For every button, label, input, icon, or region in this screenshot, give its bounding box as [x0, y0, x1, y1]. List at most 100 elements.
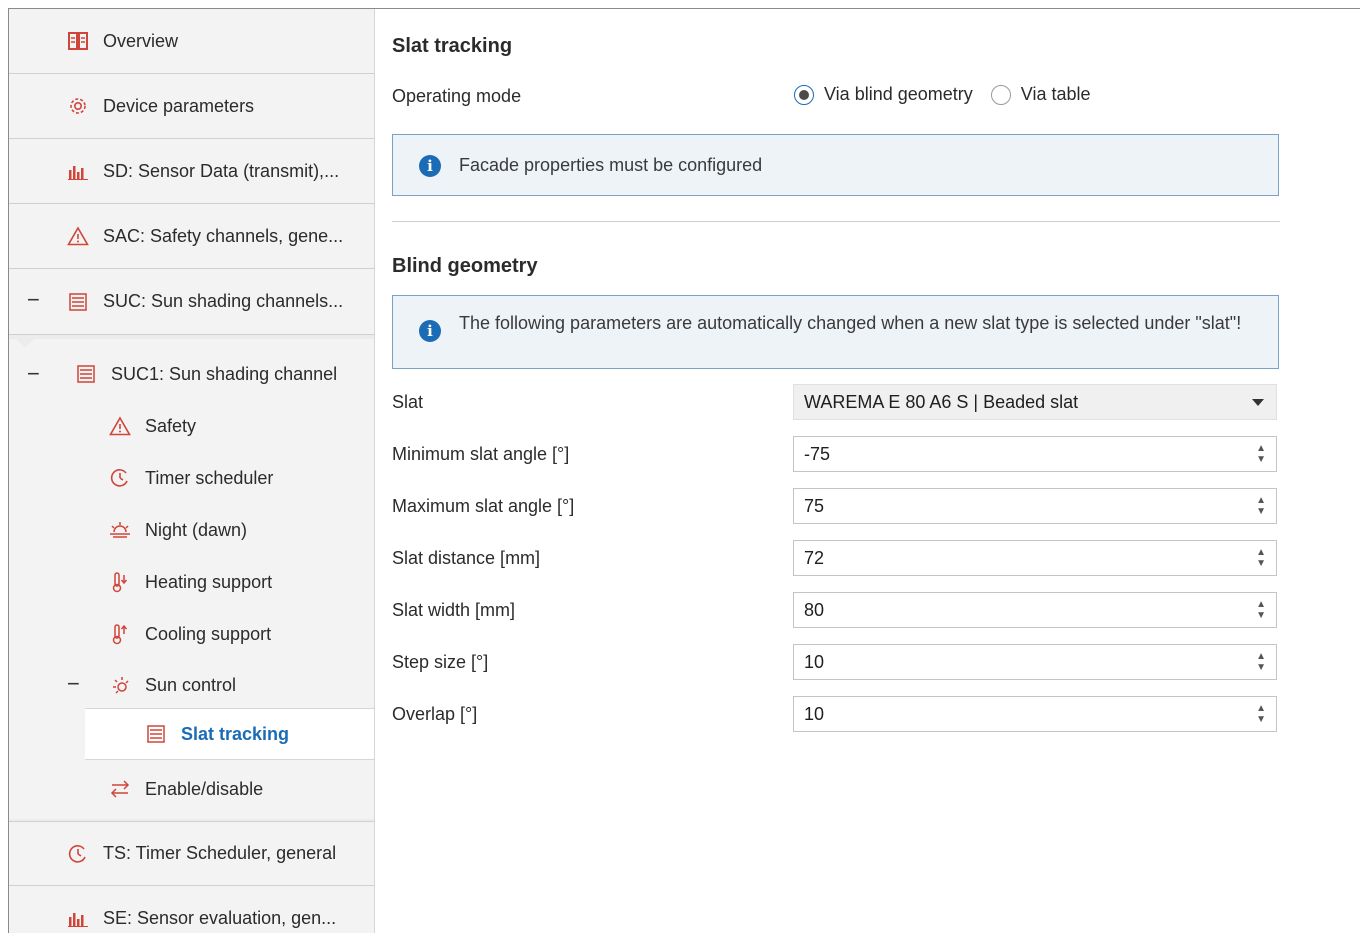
collapse-toggle[interactable]: − — [27, 361, 40, 387]
warning-icon — [109, 415, 131, 437]
info-text: The following parameters are automatical… — [459, 313, 1242, 333]
collapse-toggle[interactable]: − — [27, 287, 40, 313]
sidebar-item-slat-tracking[interactable]: Slat tracking — [85, 708, 374, 760]
sun-icon — [109, 674, 131, 696]
sidebar-item-label: TS: Timer Scheduler, general — [103, 843, 337, 863]
sidebar-item-overview[interactable]: Overview — [9, 9, 374, 74]
dawn-icon — [109, 519, 131, 541]
spin-down-icon[interactable]: ▼ — [1256, 714, 1266, 725]
input-value: 10 — [804, 651, 825, 672]
section-title-slat-tracking: Slat tracking — [392, 35, 513, 57]
clock-icon — [67, 843, 89, 865]
sidebar-item-night-dawn[interactable]: Night (dawn) — [9, 504, 374, 556]
sidebar-item-timer-scheduler-general[interactable]: TS: Timer Scheduler, general — [9, 821, 374, 886]
min-slat-angle-input[interactable]: -75 ▲ ▼ — [793, 436, 1277, 472]
spinner[interactable]: ▲ ▼ — [1256, 599, 1266, 621]
chart-icon — [67, 160, 89, 182]
info-text: Facade properties must be configured — [459, 155, 763, 175]
info-icon: i — [419, 155, 441, 177]
blind-icon — [145, 723, 167, 745]
book-icon — [67, 30, 89, 52]
info-icon: i — [419, 320, 441, 342]
spin-down-icon[interactable]: ▼ — [1256, 506, 1266, 517]
sidebar-item-heating-support[interactable]: Heating support — [9, 556, 374, 608]
sidebar-item-timer-scheduler[interactable]: Timer scheduler — [9, 452, 374, 504]
radio-label-via-blind-geometry[interactable]: Via blind geometry — [824, 84, 973, 105]
spin-up-icon[interactable]: ▲ — [1256, 495, 1266, 506]
sidebar-item-label: SD: Sensor Data (transmit),... — [103, 160, 340, 181]
operating-mode-label: Operating mode — [392, 86, 522, 106]
field-label-slat-distance: Slat distance [mm] — [392, 548, 541, 568]
sidebar-item-label: Safety — [145, 415, 197, 436]
spinner[interactable]: ▲ ▼ — [1256, 703, 1266, 725]
sidebar-item-enable-disable[interactable]: Enable/disable — [9, 763, 374, 815]
input-value: 72 — [804, 547, 825, 568]
section-divider — [392, 221, 1280, 222]
blind-icon — [75, 363, 97, 385]
sidebar-item-device-parameters[interactable]: Device parameters — [9, 74, 374, 139]
chart-icon — [67, 907, 89, 929]
field-label-slat: Slat — [392, 392, 424, 412]
spin-down-icon[interactable]: ▼ — [1256, 558, 1266, 569]
field-label-overlap: Overlap [°] — [392, 704, 478, 724]
spinner[interactable]: ▲ ▼ — [1256, 443, 1266, 465]
radio-label-via-table[interactable]: Via table — [1021, 84, 1091, 105]
spinner[interactable]: ▲ ▼ — [1256, 495, 1266, 517]
info-box-slat-type: i The following parameters are automatic… — [392, 295, 1279, 369]
clock-icon — [109, 467, 131, 489]
sidebar-item-sun-shading-channels[interactable]: − SUC: Sun shading channels... — [9, 269, 374, 335]
sidebar-item-label: Enable/disable — [145, 778, 264, 799]
sidebar-item-label: Night (dawn) — [145, 519, 248, 540]
max-slat-angle-input[interactable]: 75 ▲ ▼ — [793, 488, 1277, 524]
radio-via-table[interactable] — [990, 84, 1011, 105]
swap-icon — [109, 778, 131, 800]
slat-select[interactable]: WAREMA E 80 A6 S | Beaded slat — [793, 384, 1277, 420]
thermometer-up-icon — [109, 623, 131, 645]
spin-up-icon[interactable]: ▲ — [1256, 547, 1266, 558]
sidebar-item-label: SE: Sensor evaluation, gen... — [103, 907, 337, 928]
input-value: -75 — [804, 443, 831, 464]
radio-via-blind-geometry[interactable] — [794, 84, 814, 105]
step-size-input[interactable]: 10 ▲ ▼ — [793, 644, 1277, 680]
warning-icon — [67, 225, 89, 247]
operating-mode-radio-group: Via blind geometry Via table — [794, 84, 1109, 105]
sidebar-item-label: Timer scheduler — [145, 467, 274, 488]
sidebar-item-safety[interactable]: Safety — [9, 400, 374, 452]
spin-up-icon[interactable]: ▲ — [1256, 443, 1266, 454]
spin-up-icon[interactable]: ▲ — [1256, 599, 1266, 610]
sidebar-item-cooling-support[interactable]: Cooling support — [9, 608, 374, 660]
sidebar-item-sensor-evaluation[interactable]: SE: Sensor evaluation, gen... — [9, 886, 374, 933]
field-label-max-slat-angle: Maximum slat angle [°] — [392, 496, 575, 516]
spinner[interactable]: ▲ ▼ — [1256, 651, 1266, 673]
field-label-min-slat-angle: Minimum slat angle [°] — [392, 444, 570, 464]
slat-select-value: WAREMA E 80 A6 S | Beaded slat — [804, 391, 1079, 412]
field-label-step-size: Step size [°] — [392, 652, 489, 672]
main-panel: Slat tracking Operating mode Via blind g… — [376, 9, 1360, 933]
slat-width-input[interactable]: 80 ▲ ▼ — [793, 592, 1277, 628]
overlap-input[interactable]: 10 ▲ ▼ — [793, 696, 1277, 732]
input-value: 75 — [804, 495, 825, 516]
sidebar-item-label: Device parameters — [103, 95, 255, 116]
sidebar-item-label: Cooling support — [145, 623, 272, 644]
spin-up-icon[interactable]: ▲ — [1256, 703, 1266, 714]
spin-up-icon[interactable]: ▲ — [1256, 651, 1266, 662]
sidebar-item-label: Slat tracking — [181, 723, 290, 744]
chevron-down-icon — [1252, 399, 1264, 406]
sidebar-item-label: SUC1: Sun shading channel — [111, 363, 338, 384]
sidebar-item-sun-control[interactable]: − Sun control — [9, 659, 374, 711]
collapse-toggle[interactable]: − — [67, 671, 80, 697]
slat-distance-input[interactable]: 72 ▲ ▼ — [793, 540, 1277, 576]
spinner[interactable]: ▲ ▼ — [1256, 547, 1266, 569]
spin-down-icon[interactable]: ▼ — [1256, 610, 1266, 621]
sidebar-item-sensor-data[interactable]: SD: Sensor Data (transmit),... — [9, 139, 374, 204]
spin-down-icon[interactable]: ▼ — [1256, 454, 1266, 465]
spin-down-icon[interactable]: ▼ — [1256, 662, 1266, 673]
info-box-facade: i Facade properties must be configured — [392, 134, 1279, 196]
field-label-slat-width: Slat width [mm] — [392, 600, 516, 620]
sidebar-item-suc1[interactable]: − SUC1: Sun shading channel — [9, 349, 374, 399]
sidebar-item-label: Overview — [103, 30, 179, 51]
sidebar-item-safety-channels[interactable]: SAC: Safety channels, gene... — [9, 204, 374, 269]
input-value: 80 — [804, 599, 825, 620]
sidebar-item-label: Sun control — [145, 674, 237, 695]
blind-icon — [67, 291, 89, 313]
